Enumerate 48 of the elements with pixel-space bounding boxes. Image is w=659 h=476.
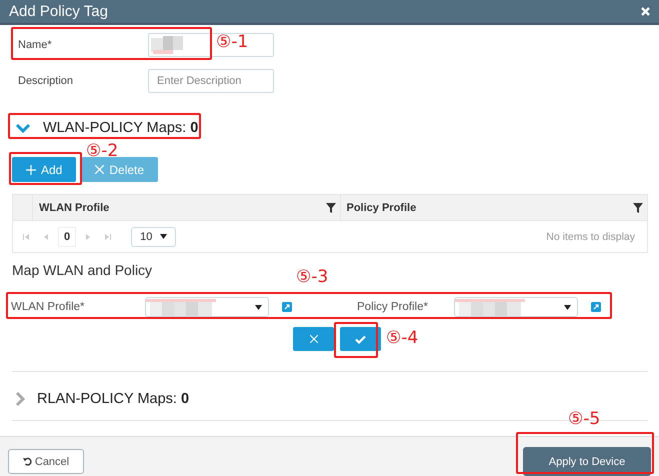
- external-link-icon[interactable]: [591, 302, 601, 312]
- close-icon: [310, 335, 318, 343]
- apply-button[interactable]: Apply to Device: [523, 447, 651, 476]
- window-title: Add Policy Tag: [9, 3, 108, 20]
- page-size-select[interactable]: 10: [131, 226, 176, 246]
- caret-icon: [564, 304, 571, 310]
- field-label: Policy Profile*: [357, 301, 429, 313]
- select-field[interactable]: [145, 297, 269, 317]
- cancel-button[interactable]: Cancel: [8, 449, 84, 474]
- select-field[interactable]: [454, 297, 578, 317]
- filter-icon[interactable]: [633, 202, 643, 212]
- description-field[interactable]: Enter Description: [148, 69, 274, 93]
- annotation-label: ⑤-1: [216, 32, 248, 52]
- section-header[interactable]: WLAN-POLICY Maps: 0: [12, 115, 198, 141]
- annotation-label: ⑤-3: [296, 267, 328, 287]
- undo-icon: [22, 457, 32, 466]
- field-label: Name*: [17, 39, 53, 51]
- annotation-label: ⑤-5: [568, 409, 600, 429]
- plus-icon: [26, 164, 36, 174]
- field-label: WLAN Profile*: [11, 301, 86, 313]
- caret-icon: [160, 234, 168, 239]
- highlight-box: [334, 322, 378, 358]
- column-header: Policy Profile: [346, 202, 416, 214]
- previous-page-icon[interactable]: [44, 234, 48, 240]
- close-icon[interactable]: [641, 7, 650, 16]
- annotation-label: ⑤-4: [386, 328, 418, 348]
- last-page-icon[interactable]: [105, 234, 112, 240]
- confirm-button[interactable]: [340, 327, 381, 351]
- page-number: 0: [58, 226, 76, 246]
- section-title: WLAN-POLICY Maps: 0: [43, 120, 198, 136]
- check-icon: [355, 334, 366, 344]
- cancel-button[interactable]: [293, 327, 334, 351]
- section-title: RLAN-POLICY Maps: 0: [37, 391, 190, 407]
- caret-icon: [255, 304, 262, 310]
- filter-icon[interactable]: [326, 202, 336, 212]
- redacted-value: [151, 36, 185, 54]
- external-link-icon[interactable]: [282, 302, 292, 312]
- name-field[interactable]: [148, 33, 274, 57]
- redacted-value: [455, 298, 525, 316]
- redacted-value: [146, 298, 216, 316]
- x-icon: [95, 165, 104, 174]
- section-header[interactable]: RLAN-POLICY Maps: 0: [12, 386, 190, 412]
- first-page-icon[interactable]: [23, 234, 29, 240]
- subsection-title: Map WLAN and Policy: [12, 262, 152, 278]
- field-label: Description: [17, 75, 74, 87]
- next-page-icon[interactable]: [86, 234, 90, 240]
- empty-message: No items to display: [546, 230, 635, 242]
- column-header: WLAN Profile: [39, 202, 110, 214]
